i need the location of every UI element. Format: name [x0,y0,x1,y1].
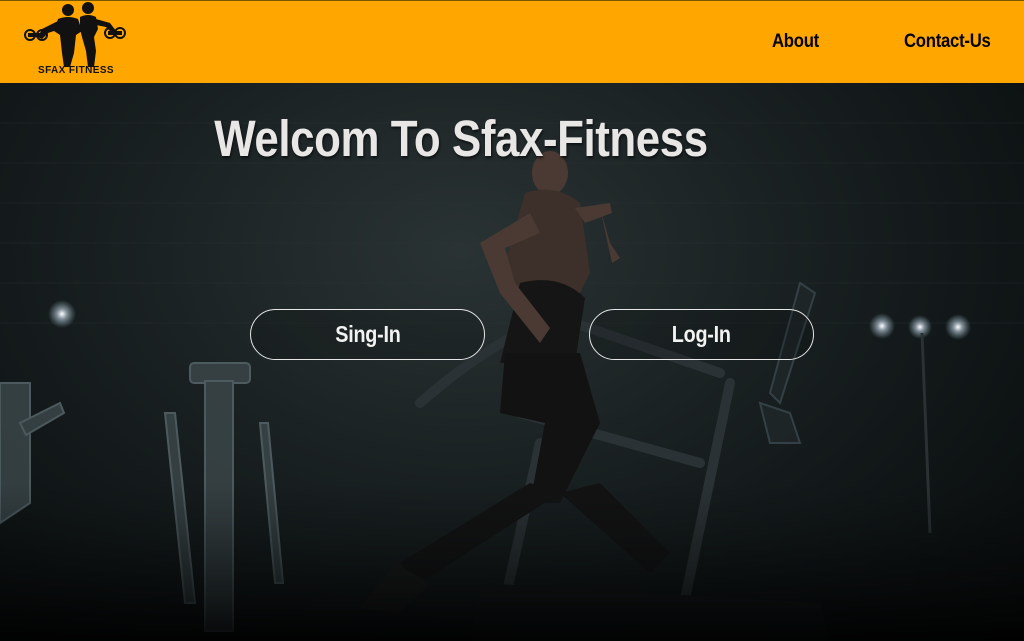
nav-about-link[interactable]: About [772,31,819,53]
sign-in-button[interactable]: Sing-In [250,309,485,360]
sign-in-button-label: Sing-In [334,321,401,347]
top-navbar: SFAX FITNESS About Contact-Us [0,0,1024,83]
hero-section: Welcom To Sfax-Fitness Sing-In Log-In [0,83,1024,641]
fitness-logo-icon [24,2,126,67]
nav-contact-us-link[interactable]: Contact-Us [904,31,991,53]
log-in-button-label: Log-In [672,321,731,347]
site-logo[interactable]: SFAX FITNESS [24,1,128,81]
log-in-button[interactable]: Log-In [589,309,814,360]
hero-title: Welcom To Sfax-Fitness [214,110,708,167]
logo-text: SFAX FITNESS [38,65,114,76]
